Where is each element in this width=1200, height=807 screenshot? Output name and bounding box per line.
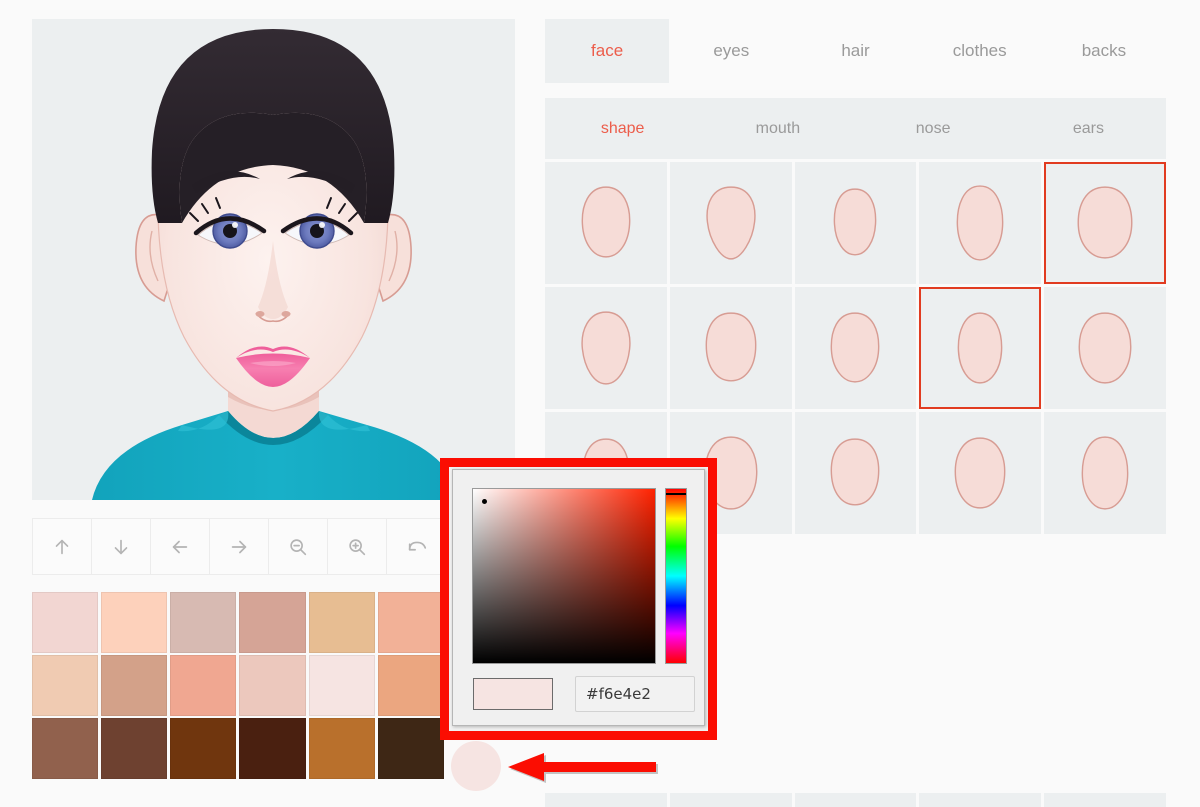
avatar-preview-panel — [32, 19, 515, 500]
palette-swatch[interactable] — [309, 718, 375, 779]
face-subcategory-tabs: shapemouthnoseears — [545, 98, 1166, 159]
undo-button[interactable] — [387, 519, 446, 574]
face-shape-cell[interactable] — [1044, 162, 1166, 284]
move-left-button[interactable] — [151, 519, 210, 574]
zoom-in-icon — [346, 536, 368, 558]
face-shape-icon — [700, 308, 762, 388]
hex-value-input[interactable]: #f6e4e2 — [575, 676, 695, 712]
avatar-toolbar — [32, 518, 487, 575]
palette-swatch[interactable] — [32, 655, 98, 716]
move-down-button[interactable] — [92, 519, 151, 574]
face-shape-icon — [575, 183, 637, 263]
face-shape-cell[interactable] — [795, 287, 917, 409]
avatar-illustration — [32, 19, 515, 500]
skin-color-palette — [32, 592, 444, 779]
face-shape-cell[interactable] — [1044, 793, 1166, 807]
palette-swatch[interactable] — [309, 592, 375, 653]
palette-swatch[interactable] — [239, 718, 305, 779]
face-shape-cell[interactable] — [545, 162, 667, 284]
palette-swatch[interactable] — [309, 655, 375, 716]
palette-swatch[interactable] — [32, 592, 98, 653]
saturation-value-area[interactable] — [472, 488, 656, 664]
zoom-out-icon — [287, 536, 309, 558]
face-shape-cell[interactable] — [1044, 287, 1166, 409]
zoom-out-button[interactable] — [269, 519, 328, 574]
hue-slider-handle[interactable] — [666, 493, 686, 495]
subtab-shape[interactable]: shape — [545, 98, 700, 159]
palette-swatch[interactable] — [170, 655, 236, 716]
arrow-up-icon — [51, 536, 73, 558]
face-shape-icon — [1074, 433, 1136, 513]
callout-arrow — [500, 753, 658, 783]
subtab-nose[interactable]: nose — [856, 98, 1011, 159]
face-shape-icon — [824, 433, 886, 513]
face-shape-cell[interactable] — [1044, 412, 1166, 534]
sv-cursor-handle[interactable] — [482, 499, 487, 504]
current-color-circle[interactable] — [451, 741, 501, 791]
tab-hair[interactable]: hair — [793, 19, 917, 83]
zoom-in-button[interactable] — [328, 519, 387, 574]
face-shape-icon — [824, 308, 886, 388]
move-right-button[interactable] — [210, 519, 269, 574]
face-shape-cell[interactable] — [670, 287, 792, 409]
palette-swatch[interactable] — [170, 592, 236, 653]
palette-swatch[interactable] — [101, 655, 167, 716]
face-shape-grid-next-row — [545, 793, 1166, 807]
face-shape-cell[interactable] — [919, 162, 1041, 284]
face-shape-cell[interactable] — [795, 162, 917, 284]
face-shape-icon — [949, 308, 1011, 388]
face-shape-cell[interactable] — [919, 412, 1041, 534]
palette-swatch[interactable] — [32, 718, 98, 779]
face-shape-cell[interactable] — [795, 793, 917, 807]
arrow-left-icon — [169, 536, 191, 558]
face-shape-icon — [700, 183, 762, 263]
palette-swatch[interactable] — [378, 718, 444, 779]
tab-clothes[interactable]: clothes — [918, 19, 1042, 83]
color-picker-annotation-box: #f6e4e2 — [440, 458, 717, 740]
undo-icon — [405, 536, 429, 558]
face-shape-icon — [949, 183, 1011, 263]
palette-swatch[interactable] — [239, 655, 305, 716]
tab-backs[interactable]: backs — [1042, 19, 1166, 83]
subtab-ears[interactable]: ears — [1011, 98, 1166, 159]
color-picker-dialog: #f6e4e2 — [452, 469, 705, 726]
face-shape-icon — [575, 308, 637, 388]
sv-gradient — [473, 489, 655, 663]
subtab-mouth[interactable]: mouth — [700, 98, 855, 159]
face-shape-icon — [824, 183, 886, 263]
face-shape-cell[interactable] — [670, 162, 792, 284]
face-shape-icon — [949, 433, 1011, 513]
color-preview-swatch — [473, 678, 553, 710]
app-root: faceeyeshairclothesbacks shapemouthnosee… — [0, 0, 1200, 807]
face-shape-icon — [1074, 308, 1136, 388]
palette-swatch[interactable] — [378, 655, 444, 716]
face-shape-cell[interactable] — [670, 793, 792, 807]
face-shape-cell[interactable] — [545, 793, 667, 807]
tab-face[interactable]: face — [545, 19, 669, 83]
tab-eyes[interactable]: eyes — [669, 19, 793, 83]
face-shape-cell[interactable] — [919, 793, 1041, 807]
face-shape-cell[interactable] — [919, 287, 1041, 409]
face-shape-icon — [1074, 183, 1136, 263]
palette-swatch[interactable] — [101, 592, 167, 653]
hue-slider[interactable] — [665, 488, 687, 664]
face-shape-cell[interactable] — [545, 287, 667, 409]
arrow-right-icon — [228, 536, 250, 558]
face-shape-cell[interactable] — [795, 412, 917, 534]
category-tabs: faceeyeshairclothesbacks — [545, 19, 1166, 83]
palette-swatch[interactable] — [101, 718, 167, 779]
palette-swatch[interactable] — [239, 592, 305, 653]
move-up-button[interactable] — [33, 519, 92, 574]
palette-swatch[interactable] — [170, 718, 236, 779]
arrow-down-icon — [110, 536, 132, 558]
palette-swatch[interactable] — [378, 592, 444, 653]
